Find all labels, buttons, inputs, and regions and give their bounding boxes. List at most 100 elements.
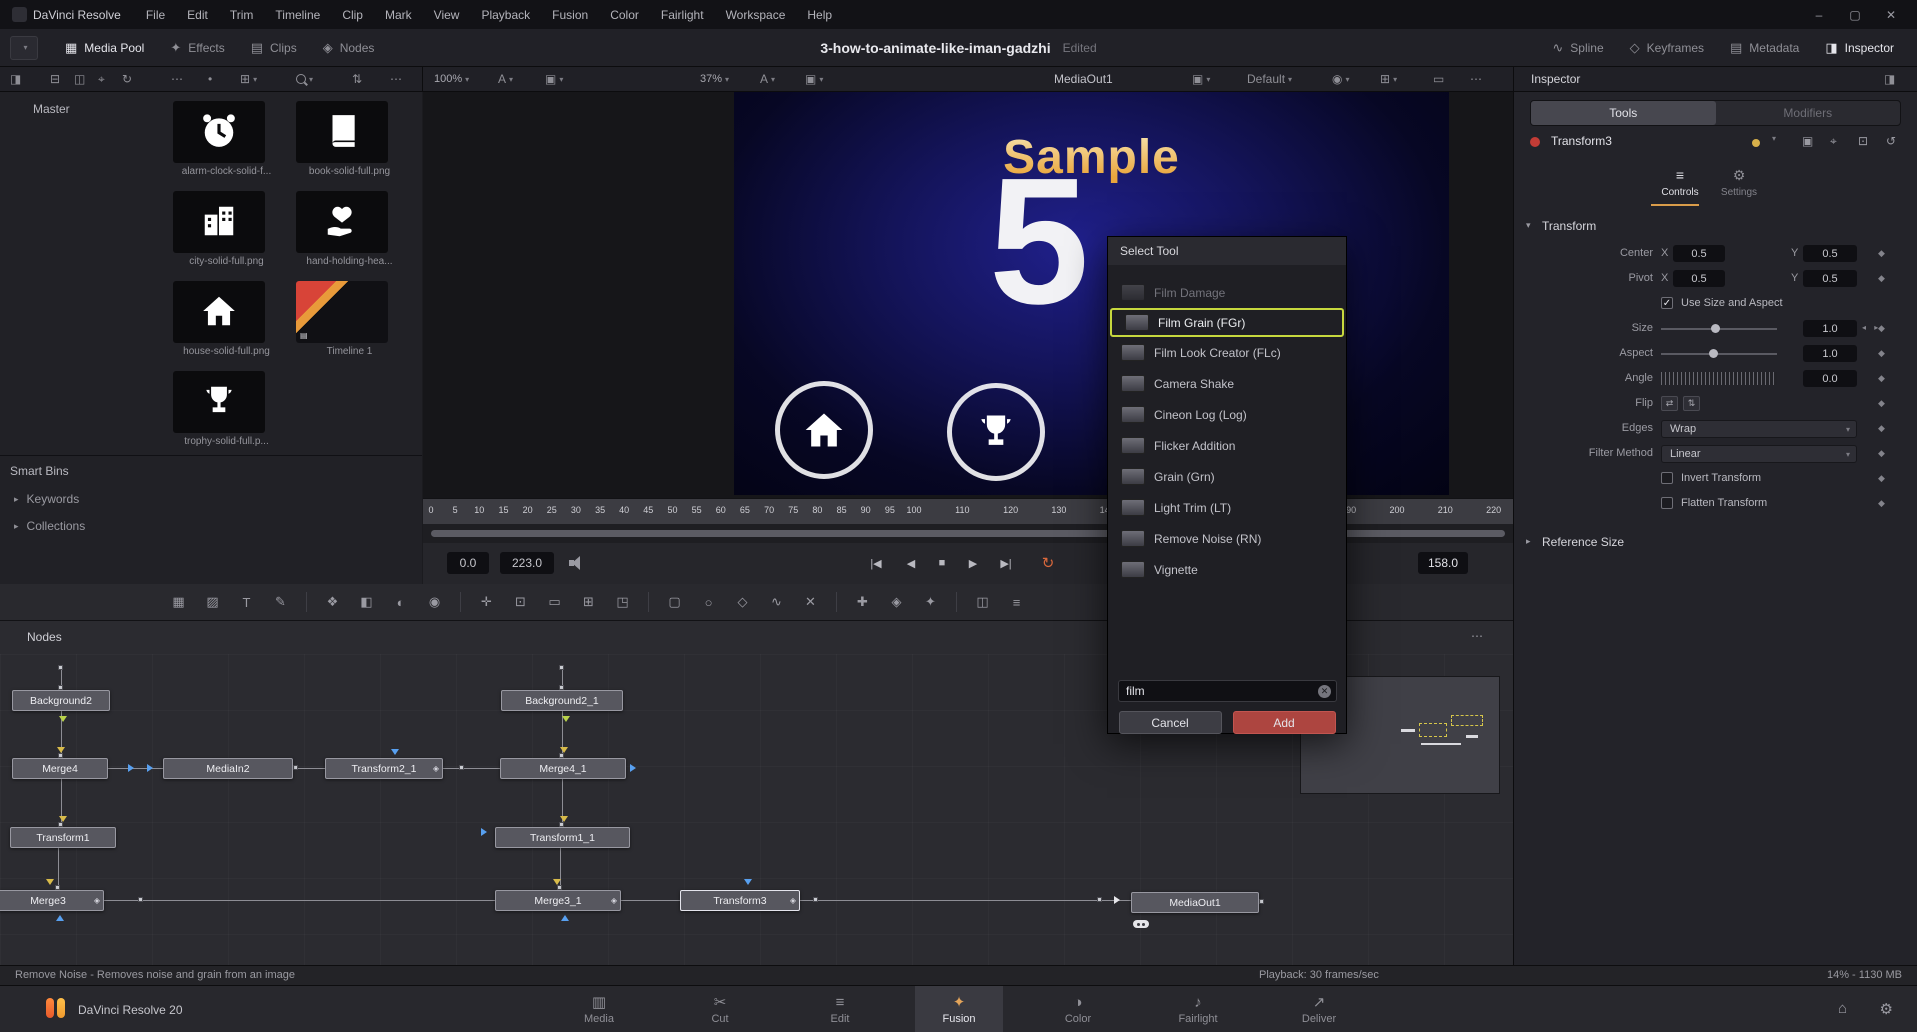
- current-frame-field[interactable]: 158.0: [1418, 552, 1468, 574]
- camera3d-tool-icon[interactable]: ≡: [1003, 591, 1030, 613]
- clear-search-icon[interactable]: ✕: [1318, 685, 1331, 698]
- flip-horizontal-button[interactable]: ⇄: [1661, 396, 1678, 411]
- clips-button[interactable]: ▤ Clips: [238, 29, 310, 66]
- node-transform1[interactable]: Transform1: [10, 827, 116, 848]
- sync-icon[interactable]: ↻: [122, 67, 132, 91]
- nodes-options-icon[interactable]: ⋯: [1471, 629, 1483, 643]
- keyframe-indicator-icon[interactable]: [1752, 139, 1760, 147]
- nodes-button[interactable]: ◈ Nodes: [310, 29, 388, 66]
- menu-edit[interactable]: Edit: [176, 8, 219, 22]
- connector-square[interactable]: [293, 765, 298, 770]
- edges-dropdown[interactable]: Wrap ▾: [1661, 420, 1857, 438]
- menu-clip[interactable]: Clip: [331, 8, 374, 22]
- connector-square[interactable]: [559, 665, 564, 670]
- connector-square[interactable]: [138, 897, 143, 902]
- left-zoom-dropdown[interactable]: 100%▾: [434, 67, 469, 91]
- thumbnail-view-icon[interactable]: ⊞▾: [240, 67, 257, 91]
- aspect-field[interactable]: 1.0: [1803, 345, 1857, 362]
- flatten-transform-checkbox[interactable]: [1661, 497, 1673, 509]
- resize-tool-icon[interactable]: ⊞: [575, 591, 602, 613]
- text-tool-icon[interactable]: T: [233, 591, 260, 613]
- letterbox-tool-icon[interactable]: ▭: [541, 591, 568, 613]
- spline-button[interactable]: ∿ Spline: [1539, 29, 1616, 66]
- menu-fairlight[interactable]: Fairlight: [650, 8, 715, 22]
- left-frame-dropdown[interactable]: ▣▾: [545, 67, 563, 91]
- keyframe-diamond-icon[interactable]: ◆: [1878, 248, 1885, 259]
- effects-button[interactable]: ✦ Effects: [157, 29, 237, 66]
- ui-layout-dropdown[interactable]: ▾: [10, 36, 38, 60]
- connector-square[interactable]: [459, 765, 464, 770]
- rectangle-mask-tool-icon[interactable]: ▢: [661, 591, 688, 613]
- timeline-ruler[interactable]: 0510152025303540455055606570758085909510…: [423, 498, 1513, 524]
- tool-option-vignette[interactable]: Vignette: [1108, 554, 1346, 585]
- settings-gear-icon[interactable]: ⚙: [1880, 1000, 1893, 1018]
- node-mediaout1[interactable]: MediaOut1: [1131, 892, 1259, 913]
- go-to-end-button[interactable]: ▶|: [993, 551, 1019, 575]
- flip-vertical-button[interactable]: ⇅: [1683, 396, 1700, 411]
- background-tool-icon[interactable]: ▦: [165, 591, 192, 613]
- subtab-controls[interactable]: ≡ Controls: [1651, 168, 1709, 198]
- color-tag-icon[interactable]: •: [208, 67, 212, 91]
- node-merge3-1[interactable]: Merge3_1◈: [495, 890, 621, 911]
- viewer-assign-dots[interactable]: [1133, 920, 1149, 928]
- clip-thumbnail[interactable]: [296, 191, 388, 253]
- connector-square[interactable]: [1097, 897, 1102, 902]
- viewer-options-icon[interactable]: ⋯: [1470, 67, 1482, 91]
- menu-playback[interactable]: Playback: [470, 8, 541, 22]
- media-pool-options-icon[interactable]: ⋯: [171, 67, 183, 91]
- keyframe-diamond-icon[interactable]: ◆: [1878, 373, 1885, 384]
- keyframe-diamond-icon[interactable]: ◆: [1878, 448, 1885, 459]
- loop-button[interactable]: ↻: [1035, 551, 1061, 575]
- project-manager-icon[interactable]: ⌂: [1838, 1000, 1847, 1017]
- connector-square[interactable]: [1259, 899, 1264, 904]
- center-y-field[interactable]: 0.5: [1803, 245, 1857, 262]
- inspector-button[interactable]: ◨ Inspector: [1812, 29, 1907, 66]
- menu-color[interactable]: Color: [599, 8, 650, 22]
- page-color[interactable]: ◑ Color: [1034, 986, 1122, 1032]
- angle-dial[interactable]: [1661, 372, 1777, 385]
- size-field[interactable]: 1.0: [1803, 320, 1857, 337]
- play-button[interactable]: ▶: [960, 551, 986, 575]
- page-deliver[interactable]: ↗ Deliver: [1275, 986, 1363, 1032]
- clip-thumbnail[interactable]: [173, 281, 265, 343]
- bspline-mask-tool-icon[interactable]: ∿: [763, 591, 790, 613]
- color-corrector-tool-icon[interactable]: ◐: [387, 591, 414, 613]
- menu-workspace[interactable]: Workspace: [715, 8, 797, 22]
- polygon-mask-tool-icon[interactable]: ◇: [729, 591, 756, 613]
- page-edit[interactable]: ≡ Edit: [796, 986, 884, 1032]
- keyframe-diamond-icon[interactable]: ◆: [1878, 473, 1885, 484]
- timeline-thumbnail[interactable]: ▤: [296, 281, 388, 343]
- pivot-x-field[interactable]: 0.5: [1673, 270, 1725, 287]
- minimize-button[interactable]: –: [1801, 8, 1837, 22]
- clip-thumbnail[interactable]: [296, 101, 388, 163]
- page-fusion[interactable]: ✦ Fusion: [915, 986, 1003, 1032]
- inspector-panel-icon[interactable]: ◨: [1884, 67, 1895, 91]
- menu-trim[interactable]: Trim: [219, 8, 265, 22]
- node-merge4[interactable]: Merge4: [12, 758, 108, 779]
- stop-button[interactable]: ■: [929, 551, 955, 575]
- audio-mute-icon[interactable]: [569, 556, 585, 570]
- tool-option-cineon-log-log[interactable]: Cineon Log (Log): [1108, 399, 1346, 430]
- more-options-icon[interactable]: ⋯: [390, 67, 402, 91]
- clip-thumbnail[interactable]: [173, 191, 265, 253]
- sort-icon[interactable]: ⇅: [352, 67, 362, 91]
- go-to-start-button[interactable]: |◀: [863, 551, 889, 575]
- node-enable-toggle[interactable]: [1530, 137, 1540, 147]
- viewer-zoom-dropdown[interactable]: 37%▾: [700, 67, 729, 91]
- safe-area-icon[interactable]: ▭: [1433, 67, 1444, 91]
- filter-method-dropdown[interactable]: Linear ▾: [1661, 445, 1857, 463]
- viewer-mode-dropdown[interactable]: ▣▾: [1192, 67, 1210, 91]
- keyframe-diamond-icon[interactable]: ◆: [1878, 348, 1885, 359]
- viewer-adjust-dropdown[interactable]: A▾: [760, 67, 775, 91]
- invert-transform-checkbox[interactable]: [1661, 472, 1673, 484]
- menu-view[interactable]: View: [423, 8, 471, 22]
- media-pool-button[interactable]: ▦ Media Pool: [52, 29, 157, 66]
- crop-tool-icon[interactable]: ⊡: [507, 591, 534, 613]
- tool-option-grain-grn[interactable]: Grain (Grn): [1108, 461, 1346, 492]
- menu-file[interactable]: File: [135, 8, 176, 22]
- transform-section-header[interactable]: ▾ Transform: [1514, 216, 1917, 238]
- fastnoise-tool-icon[interactable]: ▨: [199, 591, 226, 613]
- in-point-field[interactable]: 0.0: [447, 552, 489, 574]
- pivot-y-field[interactable]: 0.5: [1803, 270, 1857, 287]
- clip-thumbnail[interactable]: [173, 101, 265, 163]
